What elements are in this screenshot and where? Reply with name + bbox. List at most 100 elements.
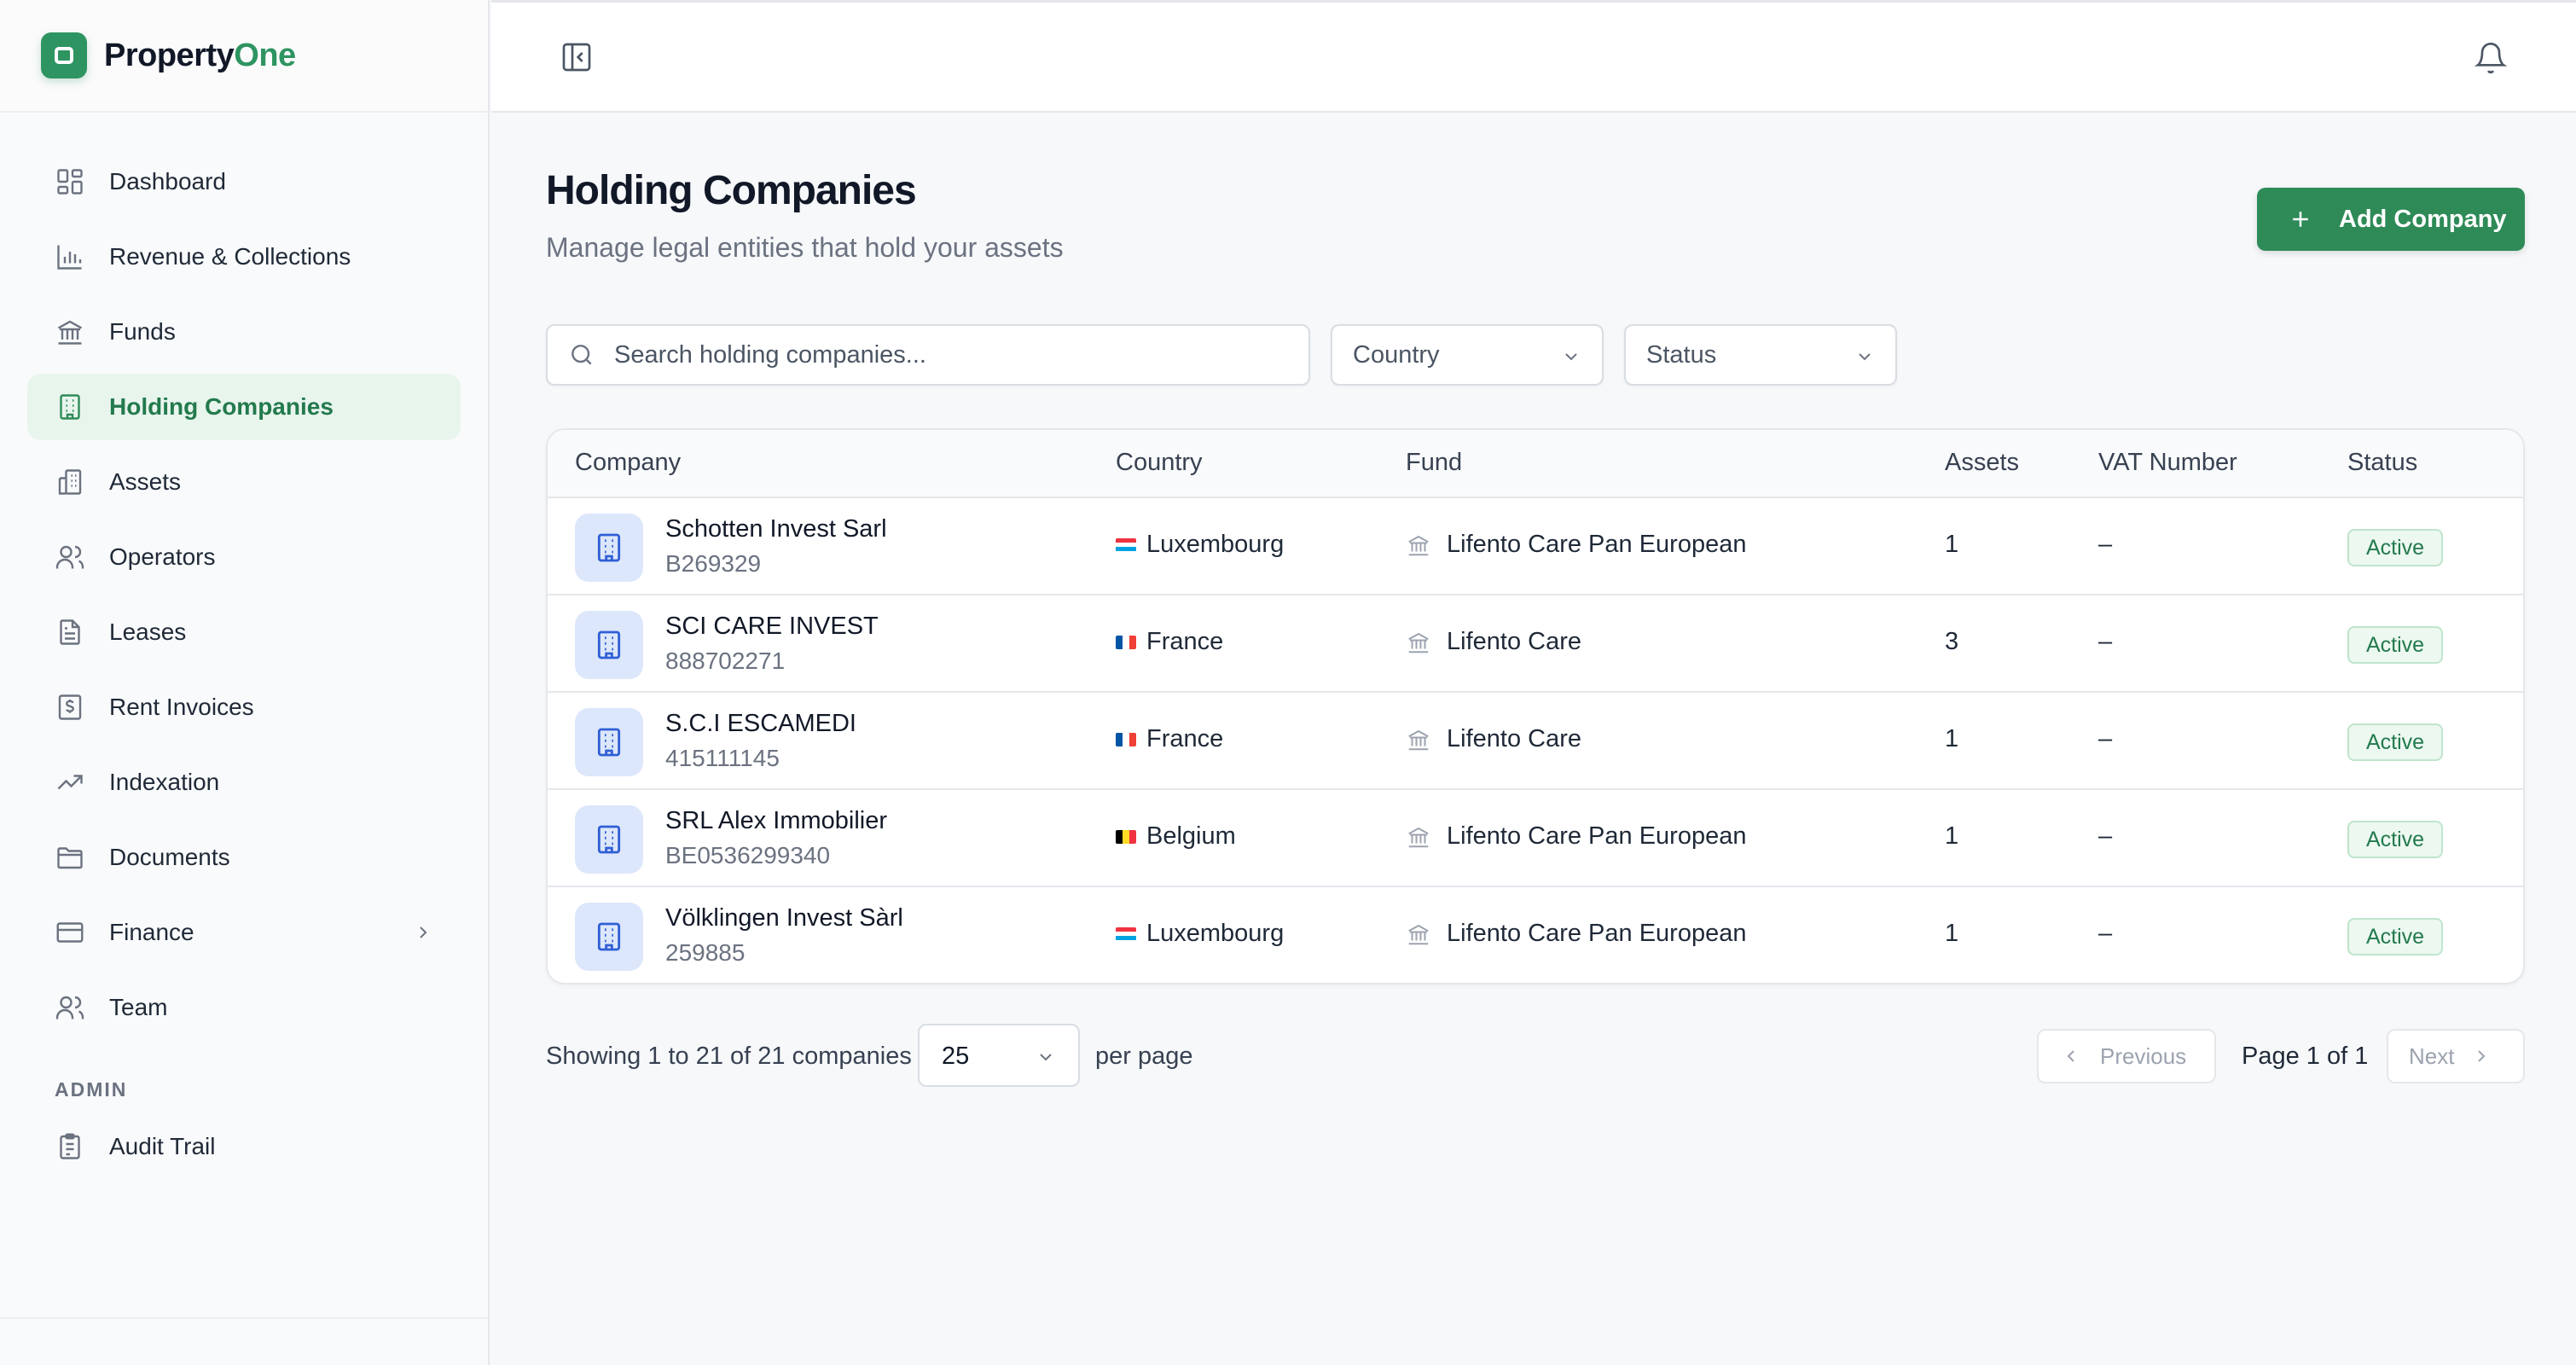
sidebar-item-label: Assets: [109, 468, 182, 495]
company-name[interactable]: SRL Alex Immobilier: [665, 807, 887, 835]
brand-name-part2: One: [234, 37, 296, 73]
sidebar-item-label: Dashboard: [109, 168, 226, 195]
fund-cell: Lifento Care: [1406, 628, 1581, 656]
assets-count: 3: [1945, 628, 1959, 655]
fund-cell: Lifento Care: [1406, 725, 1581, 753]
table-row[interactable]: Völklingen Invest Sàrl 259885 Luxembourg…: [548, 887, 2523, 983]
search-input[interactable]: [614, 340, 1279, 369]
sidebar-item-assets[interactable]: Assets: [27, 449, 461, 515]
status-badge: Active: [2347, 723, 2444, 761]
sidebar-item-label: Operators: [109, 543, 216, 570]
next-label: Next: [2409, 1043, 2455, 1069]
sidebar-item-documents[interactable]: Documents: [27, 824, 461, 891]
column-header-status[interactable]: Status: [2347, 449, 2417, 477]
previous-page-button[interactable]: Previous: [2037, 1029, 2216, 1083]
company-name[interactable]: S.C.I ESCAMEDI: [665, 710, 856, 738]
country-cell: France: [1116, 725, 1223, 753]
sidebar-item-operators[interactable]: Operators: [27, 524, 461, 590]
country-name: France: [1146, 725, 1224, 752]
page-subtitle: Manage legal entities that hold your ass…: [546, 232, 1064, 263]
column-header-vat-number[interactable]: VAT Number: [2098, 449, 2237, 477]
company-avatar: [575, 611, 643, 679]
trending-up-icon: [57, 775, 83, 790]
sidebar-item-label: Rent Invoices: [109, 694, 254, 720]
country-name: Belgium: [1146, 822, 1236, 850]
france-flag-icon: [1116, 732, 1136, 746]
bank-icon: [57, 320, 83, 345]
table-row[interactable]: Schotten Invest Sarl B269329 Luxembourg …: [548, 498, 2523, 595]
fund-cell: Lifento Care Pan European: [1406, 822, 1746, 851]
assets-count: 1: [1945, 920, 1959, 947]
status-filter-select[interactable]: Status: [1624, 324, 1897, 386]
company-registration-id: 259885: [665, 939, 746, 966]
table-header: Company Country Fund Assets VAT Number S…: [548, 430, 2523, 498]
column-header-assets[interactable]: Assets: [1945, 449, 2019, 477]
sidebar-item-label: Audit Trail: [109, 1133, 216, 1159]
brand-name-part1: Property: [104, 37, 235, 73]
building-icon: [597, 922, 621, 951]
per-page-select[interactable]: 25: [918, 1024, 1080, 1087]
add-company-button[interactable]: Add Company: [2257, 188, 2525, 251]
assets-count: 1: [1945, 531, 1959, 558]
country-name: Luxembourg: [1146, 920, 1285, 947]
status-badge: Active: [2347, 626, 2444, 664]
sidebar-item-indexation[interactable]: Indexation: [27, 749, 461, 816]
plus-icon: [2293, 212, 2308, 227]
search-box: [546, 324, 1310, 386]
sidebar-item-rent-invoices[interactable]: Rent Invoices: [27, 674, 461, 741]
brand[interactable]: PropertyOne: [0, 0, 488, 113]
sidebar-item-label: Revenue & Collections: [109, 243, 351, 270]
brand-name: PropertyOne: [104, 38, 296, 74]
country-filter-select[interactable]: Country: [1331, 324, 1604, 386]
column-header-company[interactable]: Company: [575, 449, 681, 477]
sidebar-item-dashboard[interactable]: Dashboard: [27, 148, 461, 215]
vat-number: –: [2098, 725, 2113, 752]
building-icon: [597, 533, 621, 562]
company-name[interactable]: Schotten Invest Sarl: [665, 515, 887, 543]
fund-name: Lifento Care Pan European: [1447, 531, 1747, 558]
building-icon: [597, 825, 621, 854]
column-header-fund[interactable]: Fund: [1406, 449, 1462, 477]
sidebar-item-revenue[interactable]: Revenue & Collections: [27, 224, 461, 290]
credit-card-icon: [56, 922, 84, 943]
country-cell: Luxembourg: [1116, 531, 1284, 559]
fund-name: Lifento Care: [1447, 725, 1581, 752]
bank-icon: [1408, 632, 1429, 653]
company-avatar: [575, 708, 643, 776]
sidebar-nav: Dashboard Revenue & Collections Funds Ho…: [0, 113, 488, 1180]
sidebar-item-team[interactable]: Team: [27, 974, 461, 1041]
building-icon: [60, 394, 80, 420]
table-row[interactable]: SCI CARE INVEST 888702271 France Lifento…: [548, 595, 2523, 693]
company-name[interactable]: Völklingen Invest Sàrl: [665, 904, 903, 932]
sidebar-item-label: Team: [109, 994, 168, 1020]
table-row[interactable]: SRL Alex Immobilier BE0536299340 Belgium…: [548, 790, 2523, 887]
sidebar-item-audit-trail[interactable]: Audit Trail: [27, 1113, 461, 1180]
company-avatar: [575, 805, 643, 874]
clipboard-icon: [60, 1133, 80, 1159]
sidebar-item-finance[interactable]: Finance: [27, 899, 461, 966]
previous-label: Previous: [2100, 1043, 2187, 1069]
building-icon: [597, 630, 621, 659]
sidebar-toggle-icon[interactable]: [560, 40, 594, 74]
users-icon: [55, 545, 84, 569]
chevron-down-icon: [1859, 353, 1871, 361]
country-cell: Luxembourg: [1116, 920, 1284, 948]
column-header-country[interactable]: Country: [1116, 449, 1203, 477]
search-icon: [571, 345, 592, 365]
assets-count: 1: [1945, 725, 1959, 752]
company-name[interactable]: SCI CARE INVEST: [665, 613, 879, 641]
sidebar-item-label: Funds: [109, 318, 176, 345]
chevron-left-icon: [2067, 1050, 2074, 1062]
sidebar-item-holding-companies[interactable]: Holding Companies: [27, 374, 461, 440]
sidebar-item-funds[interactable]: Funds: [27, 299, 461, 365]
building-icon: [597, 728, 621, 757]
chevron-right-icon: [420, 926, 427, 938]
sidebar-item-leases[interactable]: Leases: [27, 599, 461, 665]
table-row[interactable]: S.C.I ESCAMEDI 415111145 France Lifento …: [548, 693, 2523, 790]
bar-chart-icon: [57, 245, 82, 270]
company-registration-id: 415111145: [665, 745, 780, 771]
country-cell: Belgium: [1116, 822, 1236, 851]
company-registration-id: B269329: [665, 550, 762, 577]
next-page-button[interactable]: Next: [2387, 1029, 2525, 1083]
bell-icon[interactable]: [2474, 40, 2508, 76]
